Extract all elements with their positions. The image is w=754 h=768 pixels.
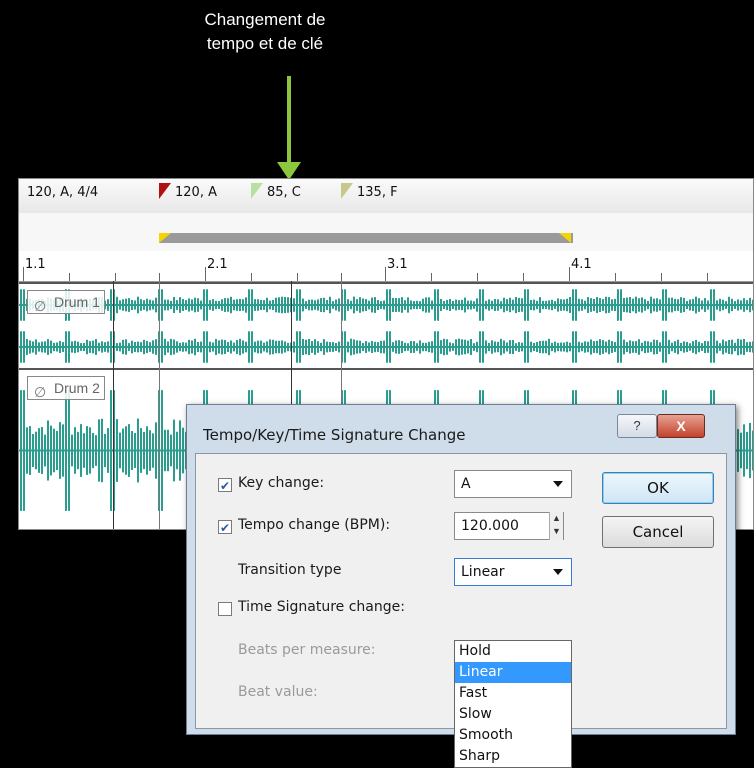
annotation-arrow (287, 76, 291, 168)
beats-per-measure-label: Beats per measure: (238, 642, 376, 658)
transition-type-label: Transition type (238, 562, 342, 578)
ruler-tick (69, 273, 70, 281)
marker-label-0[interactable]: 120, A, 4/4 (27, 185, 98, 200)
loop-range-row (19, 213, 753, 252)
transition-option[interactable]: Fast (455, 683, 571, 704)
ruler-tick (385, 267, 386, 281)
close-button[interactable]: X (657, 414, 705, 438)
transition-option[interactable]: Linear (455, 662, 571, 683)
loop-icon: ∅ (34, 384, 47, 400)
key-select[interactable]: A (454, 470, 572, 498)
loop-range-bar[interactable] (159, 233, 573, 243)
annotation-text: Changement de tempo et de clé (160, 8, 370, 56)
tempo-key-dialog: Tempo/Key/Time Signature Change ? X ✔ Ke… (186, 404, 736, 768)
dialog-body: ✔ Key change: A ✔ Tempo change (BPM): 12… (195, 453, 727, 768)
ruler-tick (523, 273, 524, 281)
time-signature-label: Time Signature change: (238, 599, 405, 615)
loop-end-handle[interactable] (559, 233, 571, 243)
ruler-tick (251, 273, 252, 281)
key-change-label: Key change: (238, 475, 325, 491)
marker-label-3[interactable]: 135, F (357, 185, 398, 200)
key-select-value: A (461, 476, 471, 492)
tempo-stepper[interactable]: ▲ ▼ (549, 512, 563, 540)
ruler-tick (297, 273, 298, 281)
transition-select-value: Linear (461, 564, 505, 580)
waveform (19, 289, 753, 363)
tempo-value: 120.000 (461, 518, 519, 534)
ruler-tick (23, 267, 24, 281)
cancel-button[interactable]: Cancel (602, 516, 714, 548)
grid-line (113, 281, 114, 529)
ruler-label: 4.1 (571, 257, 592, 272)
ruler-tick (159, 273, 160, 281)
track-name-badge[interactable]: ∅ Drum 1 (27, 290, 105, 314)
flag-icon[interactable] (341, 183, 353, 199)
marker-label-2[interactable]: 85, C (267, 185, 301, 200)
beat-value-label: Beat value: (238, 684, 318, 700)
ruler-tick (115, 273, 116, 281)
ruler-tick (661, 273, 662, 281)
transition-select[interactable]: Linear (454, 558, 572, 586)
marker-label-1[interactable]: 120, A (175, 185, 217, 200)
tempo-marker-row: 120, A, 4/4 120, A 85, C 135, F (19, 179, 753, 214)
loop-icon: ∅ (34, 298, 47, 314)
tempo-change-label: Tempo change (BPM): (238, 517, 391, 533)
help-button[interactable]: ? (617, 414, 657, 438)
tempo-change-checkbox[interactable]: ✔ (218, 520, 232, 535)
transition-option[interactable]: Slow (455, 704, 571, 725)
transition-option[interactable]: Hold (455, 641, 571, 662)
time-ruler[interactable]: 1.1 2.1 3.1 4.1 (19, 251, 753, 282)
ruler-tick (707, 273, 708, 281)
transition-options-list: Hold Linear Fast Slow Smooth Sharp (454, 640, 572, 768)
track-name: Drum 2 (54, 380, 100, 396)
ruler-tick (569, 267, 570, 281)
transition-option[interactable]: Smooth (455, 725, 571, 746)
ruler-label: 3.1 (387, 257, 408, 272)
time-signature-checkbox[interactable] (218, 602, 232, 616)
transition-option[interactable]: Sharp (455, 746, 571, 767)
ruler-label: 1.1 (25, 257, 46, 272)
key-change-checkbox[interactable]: ✔ (218, 478, 232, 493)
ruler-tick (615, 273, 616, 281)
loop-start-handle[interactable] (159, 233, 171, 243)
ruler-tick (205, 267, 206, 281)
flag-icon[interactable] (159, 183, 171, 199)
track-name: Drum 1 (54, 294, 100, 310)
ruler-label: 2.1 (207, 257, 228, 272)
chevron-down-icon (553, 569, 563, 575)
dialog-title: Tempo/Key/Time Signature Change (203, 426, 466, 444)
grid-line (159, 281, 160, 529)
ruler-tick (431, 273, 432, 281)
ruler-tick (341, 273, 342, 281)
flag-icon[interactable] (251, 183, 263, 199)
ok-button[interactable]: OK (602, 472, 714, 504)
tempo-input[interactable]: 120.000 (454, 512, 564, 540)
ruler-tick (477, 273, 478, 281)
track-drum-1[interactable]: ∅ Drum 1 (19, 282, 753, 368)
chevron-down-icon (553, 481, 563, 487)
annotation-line-1: Changement de (204, 10, 326, 29)
track-name-badge[interactable]: ∅ Drum 2 (27, 376, 105, 400)
annotation-line-2: tempo et de clé (206, 34, 324, 53)
